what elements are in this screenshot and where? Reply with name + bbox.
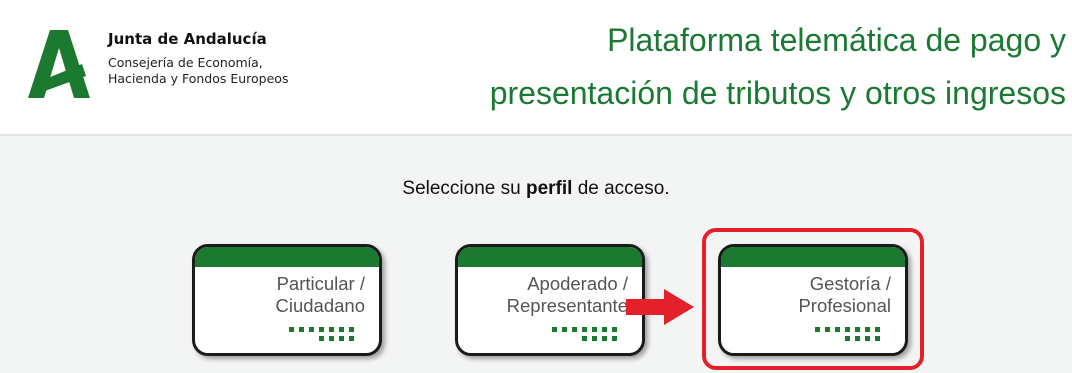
junta-logo[interactable]: Junta de Andalucía Consejería de Economí… bbox=[24, 28, 344, 98]
selection-highlight-box bbox=[702, 228, 924, 370]
right-arrow-icon bbox=[626, 289, 694, 325]
org-department-line2: Hacienda y Fondos Europeos bbox=[108, 71, 289, 86]
profile-card-label-line2: Ciudadano bbox=[275, 295, 366, 316]
page-title-line2: presentación de tributos y otros ingreso… bbox=[489, 75, 1066, 111]
page-title-line1: Plataforma telemática de pago y bbox=[607, 22, 1066, 58]
profile-card-label: Apoderado / Representante bbox=[507, 273, 628, 317]
profile-prompt: Seleccione su perfil de acceso. bbox=[0, 178, 1072, 200]
junta-andalucia-logo-icon bbox=[28, 30, 90, 98]
profile-card-label-line1: Particular / bbox=[276, 273, 365, 294]
profile-card-particular[interactable]: Particular / Ciudadano bbox=[192, 244, 382, 356]
dot-grid-icon bbox=[289, 327, 354, 341]
org-department: Consejería de Economía, Hacienda y Fondo… bbox=[108, 55, 288, 87]
profile-card-label-line1: Apoderado / bbox=[527, 273, 628, 294]
dot-grid-icon bbox=[552, 327, 617, 341]
prompt-text-bold: perfil bbox=[525, 178, 573, 199]
card-header-bar bbox=[195, 247, 379, 267]
profile-card-label: Particular / Ciudadano bbox=[276, 273, 366, 317]
prompt-text-after: de acceso. bbox=[572, 178, 670, 199]
org-department-line1: Consejería de Economía, bbox=[108, 55, 263, 70]
profile-card-apoderado[interactable]: Apoderado / Representante bbox=[455, 244, 645, 356]
profile-card-label-line2: Representante bbox=[506, 295, 628, 316]
card-header-bar bbox=[458, 247, 642, 267]
page-header: Junta de Andalucía Consejería de Economí… bbox=[0, 0, 1072, 136]
prompt-text-before: Seleccione su bbox=[402, 178, 526, 199]
org-name: Junta de Andalucía bbox=[108, 30, 267, 48]
page-title: Plataforma telemática de pago y presenta… bbox=[490, 14, 1066, 120]
